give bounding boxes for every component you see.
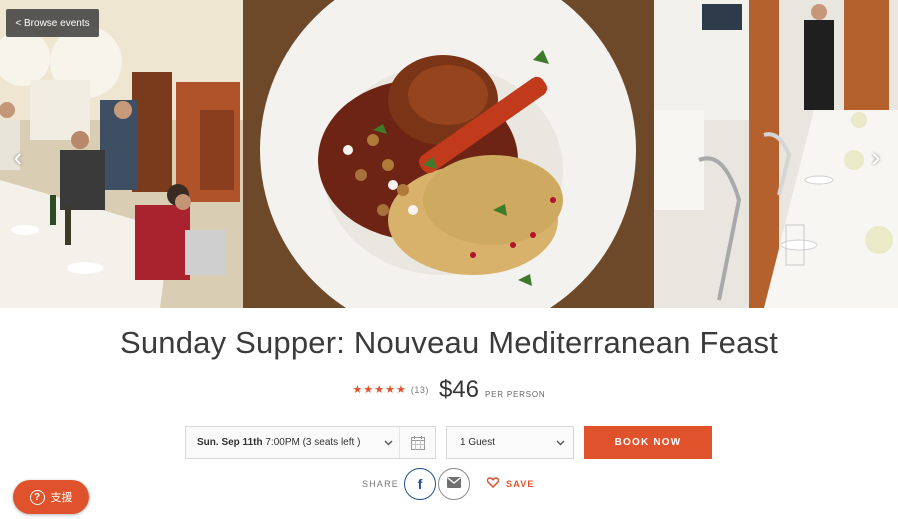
review-count[interactable]: (13): [411, 385, 429, 395]
date-select[interactable]: Sun. Sep 11th 7:00PM (3 seats left ): [185, 426, 436, 459]
guest-count-value: 1 Guest: [460, 437, 496, 448]
facebook-icon: f: [417, 476, 423, 492]
date-select-value: Sun. Sep 11th 7:00PM (3 seats left ): [186, 437, 381, 448]
carousel-next-button[interactable]: ›: [866, 142, 886, 172]
chevron-down-icon: [381, 438, 395, 448]
calendar-icon[interactable]: [399, 427, 435, 458]
save-label: SAVE: [506, 478, 535, 489]
chevron-down-icon: [553, 438, 567, 448]
hero-carousel: < Browse events ‹ ›: [0, 0, 898, 308]
star-rating: ★ ★ ★ ★ ★: [352, 383, 406, 396]
event-title: Sunday Supper: Nouveau Mediterranean Fea…: [119, 325, 779, 360]
book-now-button[interactable]: BOOK NOW: [584, 426, 712, 459]
book-now-label: BOOK NOW: [614, 437, 682, 448]
dining-table-photo: [654, 0, 898, 308]
price-unit: PER PERSON: [484, 389, 546, 399]
date-day: Sun. Sep 11th: [197, 437, 263, 448]
support-label: 支援: [50, 492, 73, 504]
star-icon: ★: [363, 383, 374, 396]
carousel-prev-button[interactable]: ‹: [8, 142, 28, 172]
event-price: $46: [438, 376, 479, 403]
support-button[interactable]: ? 支援: [13, 480, 89, 514]
facebook-share-button[interactable]: f: [404, 468, 436, 500]
mediterranean-dish-photo: [243, 0, 654, 308]
share-label: SHARE: [362, 479, 400, 489]
star-icon: ★: [374, 383, 385, 396]
browse-events-button[interactable]: < Browse events: [6, 9, 99, 37]
star-icon: ★: [396, 383, 406, 396]
rating-price-row: ★ ★ ★ ★ ★ (13) $46 PER PERSON: [0, 372, 898, 408]
email-share-button[interactable]: [438, 468, 470, 500]
star-icon: ★: [352, 383, 363, 396]
star-icon: ★: [385, 383, 396, 396]
dinner-party-photo: [0, 0, 243, 308]
help-icon: ?: [29, 489, 45, 505]
heart-icon: [486, 477, 500, 490]
browse-events-label: < Browse events: [15, 17, 90, 29]
date-detail: 7:00PM (3 seats left ): [265, 437, 361, 448]
save-button[interactable]: SAVE: [486, 477, 535, 490]
email-icon: [447, 475, 461, 493]
guest-count-select[interactable]: 1 Guest: [446, 426, 574, 459]
